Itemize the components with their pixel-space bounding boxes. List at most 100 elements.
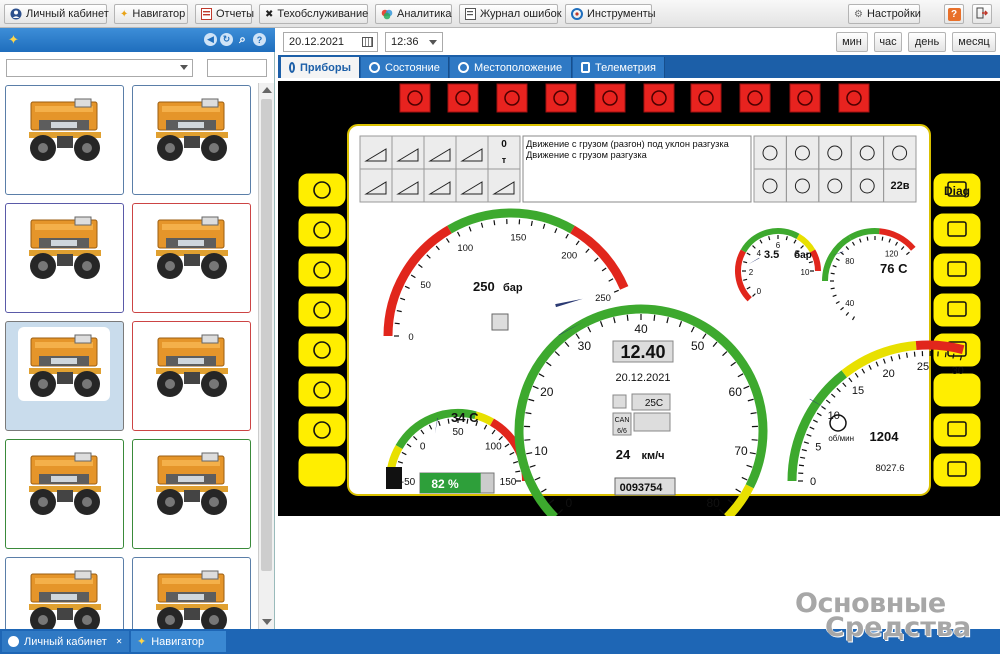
- scale-hour-button[interactable]: час: [874, 32, 902, 52]
- help-icon[interactable]: ?: [253, 33, 266, 46]
- side-button-dump-body[interactable]: [297, 292, 347, 328]
- gauge-tick: [493, 220, 496, 226]
- gauge-tick-label: 250: [595, 293, 611, 304]
- voltage-value: 22в: [891, 180, 910, 192]
- gauge-tick-label: 20: [540, 385, 554, 399]
- gauge-tick: [830, 272, 835, 275]
- toolbar-errorlog-button[interactable]: Журнал ошибок: [459, 4, 562, 24]
- search-icon[interactable]: ⌕: [236, 32, 249, 46]
- tab-state[interactable]: Состояние: [361, 57, 449, 78]
- task-label: Навигатор: [151, 635, 205, 648]
- dump-status-icon: [491, 313, 509, 331]
- vehicle-card[interactable]: [5, 321, 124, 431]
- task-label: Личный кабинет: [24, 635, 107, 648]
- gauge-tick-label: 60: [729, 385, 743, 399]
- tools-icon: [571, 8, 583, 21]
- side-button-battery[interactable]: [297, 252, 347, 288]
- toolbar-analytics-button[interactable]: Аналитика: [375, 4, 452, 24]
- star-icon: ✦: [8, 32, 19, 47]
- watermark-line-2: Средства: [825, 612, 972, 643]
- truck-image: [29, 452, 101, 515]
- side-button-engine[interactable]: [297, 172, 347, 208]
- vehicle-card[interactable]: [132, 85, 251, 195]
- globe-icon: [458, 62, 469, 73]
- star-icon: ✦: [120, 8, 129, 20]
- vehicle-card[interactable]: [5, 203, 124, 313]
- calendar-icon[interactable]: [362, 37, 373, 47]
- side-button-book[interactable]: [297, 412, 347, 448]
- tab-instruments[interactable]: Приборы: [281, 57, 360, 78]
- side-button-warning[interactable]: [932, 412, 982, 448]
- top-toolbar: Личный кабинет ✦ Навигатор Отчеты ✖ Техо…: [0, 0, 1000, 28]
- log-icon: [465, 8, 476, 21]
- settings-button[interactable]: ⚙ Настройки: [848, 4, 921, 24]
- scroll-thumb[interactable]: [261, 99, 272, 571]
- tab-telemetry[interactable]: Телеметрия: [573, 57, 665, 78]
- scroll-down-icon[interactable]: [262, 619, 272, 625]
- vehicle-card[interactable]: [5, 85, 124, 195]
- toolbar-maintenance-button[interactable]: ✖ Техобслуживание: [259, 4, 368, 24]
- toolbar-personal-button[interactable]: Личный кабинет: [4, 4, 109, 24]
- toolbar-label: Журнал ошибок: [480, 8, 562, 20]
- task-navigator[interactable]: ✦ Навигатор: [131, 631, 226, 652]
- gauge-tick: [719, 509, 725, 515]
- vehicle-card[interactable]: [132, 203, 251, 313]
- scroll-up-icon[interactable]: [262, 87, 272, 93]
- gauge-tick: [557, 509, 563, 515]
- side-button-bell[interactable]: [932, 452, 982, 488]
- gauge-tick-label: 50: [691, 339, 705, 353]
- time-select[interactable]: 12:36: [385, 32, 443, 52]
- logout-button[interactable]: [972, 4, 992, 24]
- gauge-tick-label: 150: [510, 232, 526, 243]
- side-button-wrench[interactable]: [297, 372, 347, 408]
- back-icon[interactable]: ◀: [204, 33, 217, 46]
- close-icon[interactable]: ✕: [116, 637, 123, 646]
- gauge-tick-label: 30: [578, 339, 592, 353]
- side-button-camera-front[interactable]: [932, 212, 982, 248]
- truck-image: [29, 570, 101, 629]
- watermark: Основные Средства: [795, 590, 971, 641]
- side-button-filter[interactable]: [297, 212, 347, 248]
- toolbar-reports-button[interactable]: Отчеты: [195, 4, 254, 24]
- tab-label: Местоположение: [474, 61, 563, 74]
- date-field[interactable]: 20.12.2021: [283, 32, 378, 52]
- help-button[interactable]: ?: [944, 4, 964, 24]
- hazard-icon: [399, 83, 431, 113]
- tab-label: Приборы: [299, 61, 351, 74]
- wheel-icon: [369, 62, 380, 73]
- scale-day-button[interactable]: день: [908, 32, 946, 52]
- scale-minute-button[interactable]: мин: [836, 32, 868, 52]
- dump-body-icon: [690, 83, 722, 113]
- side-button-blank[interactable]: [297, 452, 347, 488]
- toolbar-label: Инструменты: [587, 8, 656, 20]
- scale-month-button[interactable]: месяц: [952, 32, 996, 52]
- vehicle-card[interactable]: [132, 557, 251, 629]
- side-button-camera-left[interactable]: [932, 252, 982, 288]
- side-button-diag[interactable]: [932, 372, 982, 408]
- gauge-tick: [548, 499, 555, 504]
- vehicle-card[interactable]: [5, 439, 124, 549]
- group-select[interactable]: [6, 59, 193, 77]
- gauge-tick-label: 30: [952, 365, 964, 377]
- can-count: 6/6: [617, 428, 627, 435]
- task-personal[interactable]: Личный кабинет ✕: [2, 631, 129, 652]
- transmission-icon: [496, 83, 528, 113]
- search-input[interactable]: [207, 59, 267, 77]
- scrollbar[interactable]: [258, 83, 274, 629]
- gauge-tick-label: 0: [420, 442, 426, 453]
- toolbar-navigator-button[interactable]: ✦ Навигатор: [114, 4, 188, 24]
- pressure-unit: бар: [503, 282, 523, 294]
- status-line-1: Движение с грузом (разгон) под уклон раз…: [526, 139, 730, 149]
- vehicle-card[interactable]: [5, 557, 124, 629]
- vehicle-card[interactable]: [132, 439, 251, 549]
- toolbar-tools-button[interactable]: Инструменты: [565, 4, 656, 24]
- parking-brake-icon: [838, 83, 870, 113]
- side-button-tire[interactable]: [297, 332, 347, 368]
- side-button-camera-rear[interactable]: [932, 292, 982, 328]
- truck-image: [156, 216, 228, 279]
- vehicle-card[interactable]: [132, 321, 251, 431]
- odometer-value: 0093754: [620, 482, 664, 494]
- diag-label: Diag: [944, 184, 970, 198]
- refresh-icon[interactable]: ↻: [220, 33, 233, 46]
- tab-location[interactable]: Местоположение: [450, 57, 572, 78]
